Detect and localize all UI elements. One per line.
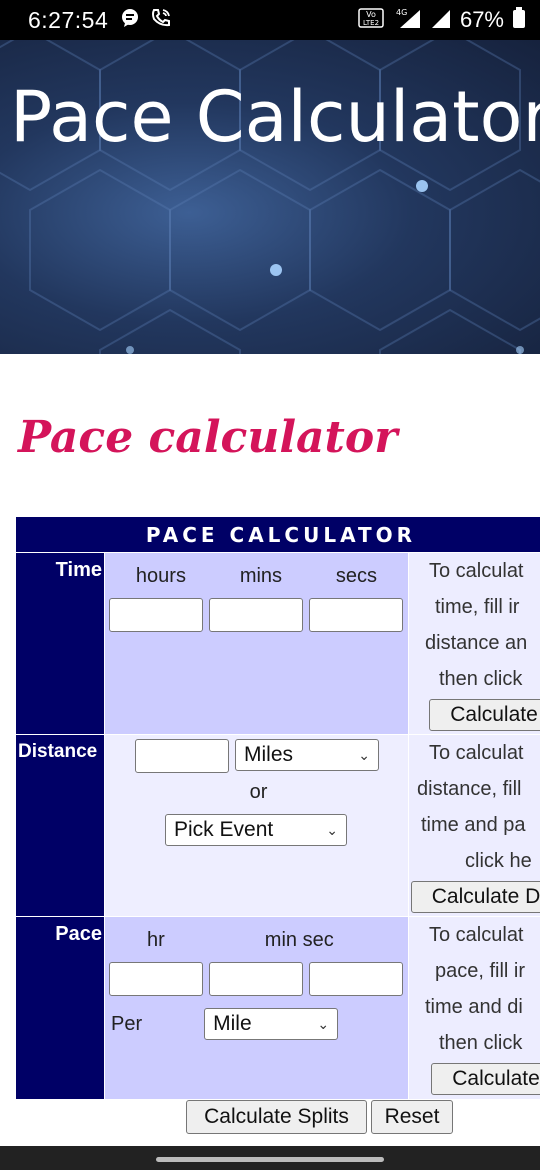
distance-row: Distance Miles ⌄ or Pick Event ⌄ To calc…	[16, 735, 540, 917]
distance-unit-value: Miles	[244, 743, 294, 766]
calculator-header: PACE CALCULATOR	[16, 517, 540, 553]
time-help-line: To calculat	[429, 560, 524, 582]
pace-help-line: time and di	[425, 996, 523, 1018]
or-label: or	[249, 781, 268, 803]
time-help-line: time, fill ir	[435, 596, 520, 618]
pace-minsec-label: min sec	[264, 929, 334, 951]
distance-help-line: distance, fill	[417, 778, 522, 800]
pace-help-line: To calculat	[429, 924, 524, 946]
distance-help-line: To calculat	[429, 742, 524, 764]
time-label: Time	[16, 553, 105, 734]
bottom-buttons: Calculate Splits Reset	[186, 1100, 453, 1134]
calculate-distance-button[interactable]: Calculate D	[411, 881, 540, 913]
pace-min-input[interactable]	[209, 962, 303, 996]
distance-help-line: time and pa	[421, 814, 526, 836]
distance-help-line: click he	[465, 850, 532, 872]
mins-label: mins	[239, 565, 283, 587]
battery-percentage: 67%	[459, 7, 504, 32]
time-help: To calculat time, fill ir distance an th…	[409, 553, 540, 734]
pace-calculator-table: PACE CALCULATOR Time hours mins secs To …	[16, 517, 540, 1099]
pace-hr-input[interactable]	[109, 962, 203, 996]
hours-label: hours	[135, 565, 186, 587]
calculate-pace-button[interactable]: Calculate	[431, 1063, 540, 1095]
home-gesture-handle[interactable]	[156, 1157, 384, 1162]
hero-title: Pace Calculator	[10, 76, 540, 158]
pace-help-line: pace, fill ir	[435, 960, 526, 982]
calculate-time-button[interactable]: Calculate	[429, 699, 540, 731]
page-heading: Pace calculator	[18, 412, 398, 463]
distance-inputs: Miles ⌄ or Pick Event ⌄	[105, 735, 409, 916]
event-select[interactable]: Pick Event ⌄	[165, 814, 347, 846]
calculate-splits-button[interactable]: Calculate Splits	[186, 1100, 367, 1134]
svg-text:4G: 4G	[396, 8, 407, 17]
svg-text:LTE2: LTE2	[363, 19, 379, 27]
hero-banner: Pace Calculator	[0, 40, 540, 354]
pace-row: Pace hr min sec Per Mile ⌄ To calculat p…	[16, 917, 540, 1099]
time-hours-input[interactable]	[109, 598, 203, 632]
pace-sec-input[interactable]	[309, 962, 403, 996]
distance-label: Distance	[16, 735, 105, 916]
time-inputs: hours mins secs	[105, 553, 409, 734]
chevron-down-icon: ⌄	[317, 1015, 330, 1032]
chevron-down-icon: ⌄	[358, 746, 370, 763]
event-select-value: Pick Event	[174, 818, 274, 841]
per-label: Per	[111, 1012, 143, 1035]
pace-per-select[interactable]: Mile ⌄	[204, 1008, 339, 1040]
status-bar: 6:27:54 Vo LTE2 4G 67%	[0, 0, 540, 40]
battery-icon	[512, 6, 526, 34]
time-help-line: then click	[439, 668, 523, 690]
time-mins-input[interactable]	[209, 598, 303, 632]
secs-label: secs	[335, 565, 378, 587]
pace-inputs: hr min sec Per Mile ⌄	[105, 917, 409, 1099]
chevron-down-icon: ⌄	[326, 821, 338, 838]
status-time: 6:27:54	[28, 6, 109, 33]
phone-wifi-icon	[150, 7, 172, 34]
pace-help-line: then click	[439, 1032, 523, 1054]
4g-signal-icon: 4G	[392, 7, 422, 34]
time-help-line: distance an	[425, 632, 528, 654]
signal-icon	[430, 7, 452, 34]
time-row: Time hours mins secs To calculat time, f…	[16, 553, 540, 735]
svg-text:Vo: Vo	[366, 10, 376, 19]
volte-icon: Vo LTE2	[358, 7, 384, 33]
distance-input[interactable]	[135, 739, 229, 773]
distance-unit-select[interactable]: Miles ⌄	[235, 739, 379, 771]
distance-help: To calculat distance, fill time and pa c…	[409, 735, 540, 916]
pace-label: Pace	[16, 917, 105, 1099]
chat-bubble-icon	[120, 8, 140, 33]
reset-button[interactable]: Reset	[371, 1100, 453, 1134]
pace-hr-label: hr	[147, 929, 165, 951]
time-secs-input[interactable]	[309, 598, 403, 632]
pace-per-value: Mile	[213, 1012, 252, 1035]
pace-help: To calculat pace, fill ir time and di th…	[409, 917, 540, 1099]
